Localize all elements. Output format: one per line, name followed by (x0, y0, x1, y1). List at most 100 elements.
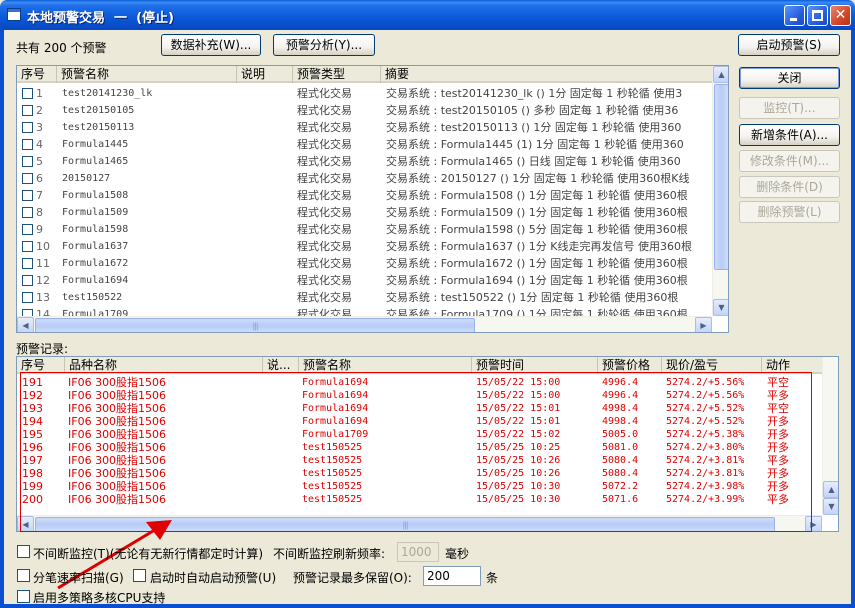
alerts-horizontal-scrollbar[interactable]: ◀ ||| ▶ (17, 316, 712, 332)
alert-row-checkbox[interactable] (22, 156, 33, 167)
col-header-summary[interactable]: 摘要 (381, 66, 711, 83)
alerts-vscroll-thumb[interactable] (714, 84, 728, 270)
data-supplement-button[interactable]: 数据补充(W)... (161, 34, 261, 56)
scroll-right-icon[interactable]: ▶ (695, 317, 712, 332)
log-row[interactable]: 198 IF06 300股指1506 test150525 15/05/25 10:2… (17, 467, 822, 480)
alert-row[interactable]: 2 test20150105 程式化交易 交易系统 : test20150105 ()… (17, 102, 712, 119)
log-cell-time: 15/05/22 15:00 (476, 390, 561, 401)
alert-row-checkbox[interactable] (22, 292, 33, 303)
monitor-button[interactable]: 监控(T)... (739, 97, 840, 119)
delete-alert-button[interactable]: 删除预警(L) (739, 201, 840, 223)
alert-row[interactable]: 3 test20150113 程式化交易 交易系统 : test20150113 ()… (17, 119, 712, 136)
alert-row-checkbox[interactable] (22, 241, 33, 252)
log-row[interactable]: 192 IF06 300股指1506 Formula1694 15/05/22 15:… (17, 389, 822, 402)
log-row[interactable]: 199 IF06 300股指1506 test150525 15/05/25 10:3… (17, 480, 822, 493)
alert-cell-name: test20141230_lk (62, 88, 153, 99)
grip-icon: ||| (252, 321, 258, 330)
alert-row[interactable]: 10 Formula1637 程式化交易 交易系统 : Formula1637 () … (17, 238, 712, 255)
alert-row-number: 2 (36, 104, 43, 117)
start-alert-button[interactable]: 启动预警(S) (738, 34, 840, 56)
alert-row-checkbox[interactable] (22, 190, 33, 201)
log-col-pnl[interactable]: 现价/盈亏 (662, 357, 762, 374)
alerts-list-header: 序号 预警名称 说明 预警类型 摘要 (17, 66, 728, 83)
alert-row-checkbox[interactable] (22, 122, 33, 133)
minimize-button[interactable] (784, 5, 805, 26)
alert-log-list[interactable]: 序号 品种名称 说... 预警名称 预警时间 预警价格 现价/盈亏 动作 191… (16, 356, 839, 532)
alert-row[interactable]: 12 Formula1694 程式化交易 交易系统 : Formula1694 () … (17, 272, 712, 289)
alert-row[interactable]: 6 20150127 程式化交易 交易系统 : 20150127 () 1分 固定每 … (17, 170, 712, 187)
log-col-alert[interactable]: 预警名称 (299, 357, 472, 374)
col-header-no[interactable]: 序号 (17, 66, 57, 83)
alert-row[interactable]: 7 Formula1508 程式化交易 交易系统 : Formula1508 () 1… (17, 187, 712, 204)
log-row[interactable]: 191 IF06 300股指1506 Formula1694 15/05/22 15:… (17, 376, 822, 389)
alert-cell-type: 程式化交易 (297, 257, 352, 270)
keep-max-input[interactable]: 200 (423, 566, 481, 586)
alert-row-number: 3 (36, 121, 43, 134)
log-col-price[interactable]: 预警价格 (598, 357, 662, 374)
scroll-down-icon[interactable]: ▼ (713, 299, 728, 316)
log-row[interactable]: 196 IF06 300股指1506 test150525 15/05/25 10:2… (17, 441, 822, 454)
log-vertical-scrollbar[interactable]: ▲ ▼ (822, 357, 838, 515)
log-row[interactable]: 200 IF06 300股指1506 test150525 15/05/25 10:3… (17, 493, 822, 506)
alert-row-checkbox[interactable] (22, 88, 33, 99)
close-window-button[interactable]: ✕ (830, 5, 851, 26)
log-scroll-right-icon[interactable]: ▶ (805, 516, 822, 531)
alert-row-checkbox[interactable] (22, 224, 33, 235)
alert-row[interactable]: 8 Formula1509 程式化交易 交易系统 : Formula1509 () 1… (17, 204, 712, 221)
maximize-button[interactable] (807, 5, 828, 26)
alert-row-checkbox[interactable] (22, 258, 33, 269)
alert-cell-type: 程式化交易 (297, 104, 352, 117)
tick-scan-checkbox[interactable] (17, 569, 30, 582)
log-cell-symbol: IF06 300股指1506 (68, 493, 167, 506)
alert-row-checkbox[interactable] (22, 173, 33, 184)
scroll-up-icon[interactable]: ▲ (713, 66, 728, 83)
refresh-rate-input[interactable]: 1000 (397, 542, 439, 562)
alert-row[interactable]: 4 Formula1445 程式化交易 交易系统 : Formula1445 (1) … (17, 136, 712, 153)
alerts-list[interactable]: 序号 预警名称 说明 预警类型 摘要 1 test20141230_lk 程式化交易… (16, 65, 729, 333)
add-condition-button[interactable]: 新增条件(A)... (739, 124, 840, 146)
alert-row[interactable]: 13 test150522 程式化交易 交易系统 : test150522 () 1分… (17, 289, 712, 306)
alert-cell-summary: 交易系统 : test20141230_lk () 1分 固定每 1 秒轮循 使… (386, 87, 683, 100)
scroll-left-icon[interactable]: ◀ (17, 317, 34, 332)
log-cell-pnl: 5274.2/+5.52% (666, 403, 745, 414)
multicore-checkbox[interactable] (17, 590, 30, 603)
log-row[interactable]: 195 IF06 300股指1506 Formula1709 15/05/22 15:… (17, 428, 822, 441)
log-horizontal-scrollbar[interactable]: ◀ ||| ▶ (17, 515, 822, 531)
log-scroll-down-icon[interactable]: ▼ (823, 498, 838, 515)
log-row[interactable]: 193 IF06 300股指1506 Formula1694 15/05/22 15:… (17, 402, 822, 415)
col-header-type[interactable]: 预警类型 (293, 66, 381, 83)
alert-row-checkbox[interactable] (22, 275, 33, 286)
alert-row-checkbox[interactable] (22, 139, 33, 150)
log-row[interactable]: 197 IF06 300股指1506 test150525 15/05/25 10:2… (17, 454, 822, 467)
title-bar[interactable]: 本地预警交易 一 (停止) ✕ (0, 0, 855, 30)
alert-analysis-button[interactable]: 预警分析(Y)... (273, 34, 375, 56)
log-col-action[interactable]: 动作 (762, 357, 822, 374)
alert-row-checkbox[interactable] (22, 207, 33, 218)
continuous-monitor-checkbox[interactable] (17, 545, 30, 558)
log-cell-action: 平空 (767, 402, 789, 415)
col-header-desc[interactable]: 说明 (237, 66, 293, 83)
alert-cell-desc (241, 102, 293, 119)
log-col-symbol[interactable]: 品种名称 (65, 357, 263, 374)
close-button[interactable]: 关闭 (739, 67, 840, 89)
alert-cell-type: 程式化交易 (297, 189, 352, 202)
alerts-vertical-scrollbar[interactable]: ▲ ▼ (712, 66, 728, 316)
alert-row[interactable]: 9 Formula1598 程式化交易 交易系统 : Formula1598 () 5… (17, 221, 712, 238)
log-hscroll-thumb[interactable]: ||| (35, 517, 775, 531)
delete-condition-button[interactable]: 删除条件(D) (739, 176, 840, 198)
log-scroll-left-icon[interactable]: ◀ (17, 516, 34, 531)
alert-row[interactable]: 5 Formula1465 程式化交易 交易系统 : Formula1465 () 日… (17, 153, 712, 170)
log-col-desc[interactable]: 说... (263, 357, 299, 374)
alert-cell-type: 程式化交易 (297, 87, 352, 100)
col-header-name[interactable]: 预警名称 (57, 66, 237, 83)
log-row[interactable]: 194 IF06 300股指1506 Formula1694 15/05/22 15:… (17, 415, 822, 428)
alert-row[interactable]: 1 test20141230_lk 程式化交易 交易系统 : test20141230… (17, 85, 712, 102)
log-scroll-up-icon[interactable]: ▲ (823, 481, 838, 498)
alerts-hscroll-thumb[interactable]: ||| (35, 318, 475, 332)
alert-row[interactable]: 11 Formula1672 程式化交易 交易系统 : Formula1672 () … (17, 255, 712, 272)
log-col-no[interactable]: 序号 (17, 357, 65, 374)
auto-start-checkbox[interactable] (133, 569, 146, 582)
log-col-time[interactable]: 预警时间 (472, 357, 598, 374)
alert-row-checkbox[interactable] (22, 105, 33, 116)
modify-condition-button[interactable]: 修改条件(M)... (739, 150, 840, 172)
